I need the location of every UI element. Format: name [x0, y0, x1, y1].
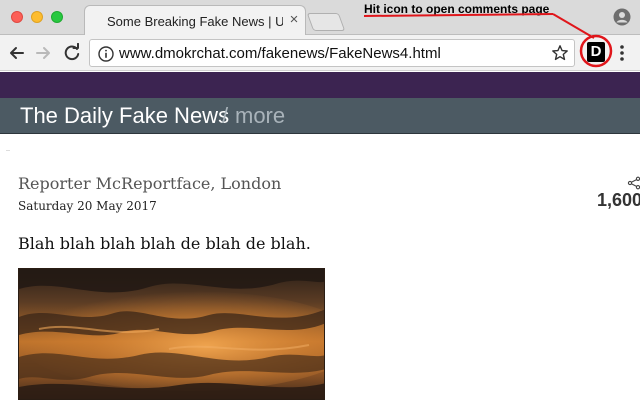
- tab-strip: Some Breaking Fake News | UK × Hit icon …: [0, 0, 640, 36]
- browser-toolbar: www.dmokrchat.com/fakenews/FakeNews4.htm…: [0, 35, 640, 71]
- info-icon[interactable]: [98, 46, 114, 62]
- article-date: Saturday 20 May 2017: [18, 199, 157, 213]
- bookmark-star-icon[interactable]: [551, 44, 569, 62]
- new-tab-button[interactable]: [306, 13, 346, 31]
- site-title[interactable]: The Daily Fake News: [20, 103, 229, 129]
- annotation-text: Hit icon to open comments page: [364, 2, 550, 16]
- site-top-bar: [0, 72, 640, 98]
- site-more-link[interactable]: more: [235, 103, 285, 129]
- tab-title: Some Breaking Fake News | UK: [107, 14, 283, 29]
- window-maximize-button[interactable]: [51, 11, 63, 23]
- article-byline[interactable]: Reporter McReportface, London: [18, 174, 281, 193]
- site-title-separator: /: [222, 103, 229, 128]
- site-header: The Daily Fake News / more: [0, 98, 640, 134]
- kebab-menu-icon[interactable]: [614, 44, 630, 62]
- share-count: 1,600: [597, 190, 640, 210]
- window-close-button[interactable]: [11, 11, 23, 23]
- back-arrow-icon[interactable]: [7, 43, 27, 63]
- divider-mark: [6, 150, 10, 151]
- reload-icon[interactable]: [62, 43, 82, 63]
- url-text[interactable]: www.dmokrchat.com/fakenews/FakeNews4.htm…: [119, 45, 441, 62]
- extension-letter: D: [590, 43, 602, 60]
- window-minimize-button[interactable]: [31, 11, 43, 23]
- tab-close-icon[interactable]: ×: [286, 12, 302, 28]
- article-image: [18, 268, 325, 400]
- share-icon[interactable]: [627, 176, 640, 190]
- profile-icon[interactable]: [613, 8, 631, 26]
- address-bar[interactable]: www.dmokrchat.com/fakenews/FakeNews4.htm…: [89, 39, 575, 67]
- browser-tab[interactable]: Some Breaking Fake News | UK ×: [84, 5, 306, 36]
- article-lead: Blah blah blah blah de blah de blah.: [18, 234, 311, 253]
- forward-arrow-icon[interactable]: [33, 43, 53, 63]
- extension-d-icon[interactable]: D: [587, 42, 605, 62]
